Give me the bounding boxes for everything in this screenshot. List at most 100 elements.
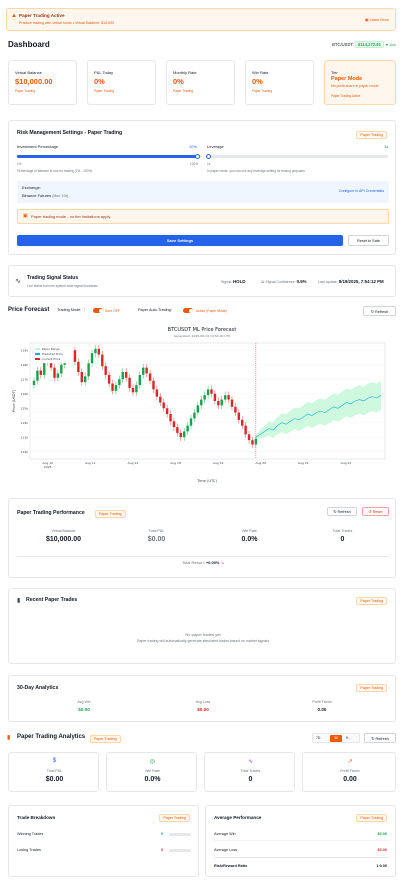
candle <box>101 354 104 367</box>
learn-more-link[interactable]: ▣ Learn More <box>365 17 389 22</box>
analytics-title: Paper Trading Analytics <box>17 734 86 740</box>
x-tick-label: Aug 19 <box>213 461 224 465</box>
leverage-slider[interactable] <box>206 154 388 159</box>
candle <box>131 387 135 393</box>
candle <box>210 389 213 394</box>
candle <box>138 374 142 386</box>
candle <box>182 431 186 438</box>
tab-7d[interactable]: 7D <box>316 736 320 740</box>
x-tick-label: Aug 12 <box>128 461 139 465</box>
price-ticker: BTC/USDT: $114,272.91 ▼ Live <box>332 41 396 48</box>
performance-card: Paper Trading Performance Paper Trading … <box>8 498 396 578</box>
candle <box>206 389 210 396</box>
candle <box>39 370 43 375</box>
candle <box>107 374 111 384</box>
candle <box>169 414 172 422</box>
candle <box>223 395 227 400</box>
signal-value: HOLD <box>233 279 246 284</box>
tab-30d[interactable]: 30 <box>330 735 342 742</box>
x-tick-label: Aug 18 <box>170 461 181 465</box>
stat-pnl-today: P&L Today 0% Paper Trading <box>87 60 156 105</box>
forecast-refresh-button[interactable]: ↻ Refresh <box>363 306 396 316</box>
analytics-card-profit-factor: ↗ Profit Factor 0.00 <box>302 752 396 792</box>
candle <box>118 379 121 386</box>
candle <box>220 399 223 406</box>
candle <box>111 383 114 391</box>
candle <box>43 361 46 375</box>
signal-status-card: ∿ Trading Signal Status Live status from… <box>8 265 396 297</box>
candle <box>135 385 138 393</box>
recent-trades-card: ▮ Recent Paper Trades Paper Trading No p… <box>8 588 396 664</box>
candle <box>179 432 182 438</box>
candle <box>56 373 60 378</box>
y-tick-label: 112k <box>21 450 29 454</box>
exchange-panel: Exchange: Binance Futures (Max: 10x) Con… <box>17 181 389 203</box>
y-tick-label: 119k <box>21 348 29 352</box>
candle <box>152 380 155 390</box>
candle <box>128 377 131 388</box>
banner-subtitle: Practice trading with virtual funds • Vi… <box>19 21 115 25</box>
chart-x-label: Time (UTC) <box>196 479 217 483</box>
candle <box>121 372 124 380</box>
performance-refresh-button[interactable]: ↻ Refresh <box>327 507 357 516</box>
candle <box>142 367 145 375</box>
analytics-refresh-button[interactable]: ↻ Refresh <box>364 733 396 743</box>
paper-trading-badge: Paper Trading <box>356 131 387 139</box>
candle <box>36 370 39 381</box>
page-title: Dashboard <box>8 40 50 49</box>
candle <box>203 395 206 400</box>
candle <box>213 393 217 401</box>
candle <box>60 364 63 374</box>
investment-slider-handle[interactable] <box>195 154 201 159</box>
performance-reset-button[interactable]: ↺ Reset <box>362 507 389 516</box>
x-tick-label: Aug 21 <box>298 461 309 465</box>
leverage-slider-handle[interactable] <box>206 154 211 159</box>
no-limit-notice: ▣ Paper trading mode - no tier limitatio… <box>17 209 389 224</box>
investment-slider[interactable] <box>17 154 202 159</box>
configure-api-link[interactable]: Configure in API Credentials <box>339 189 384 193</box>
candle <box>189 418 193 426</box>
x-tick-label: Aug 20 <box>255 461 266 465</box>
candle <box>148 373 152 381</box>
average-performance-card: Average Performance Paper Trading Averag… <box>205 805 396 877</box>
y-tick-label: 117k <box>21 377 29 381</box>
reset-to-safe-button[interactable]: Reset to Safe <box>348 235 389 246</box>
analytics-30-card: 30-Day Analytics Paper Trading Avg Win $… <box>8 675 396 722</box>
activity-icon: ∿ <box>247 759 254 765</box>
candle <box>237 412 241 420</box>
analytics-card-winrate: ◎ Win Rate 0.0% <box>106 752 197 792</box>
candle <box>32 380 36 386</box>
candle <box>200 399 203 406</box>
stat-virtual-balance: Virtual Balance $10,000.00 Paper Trading <box>8 60 77 105</box>
candle <box>97 348 101 355</box>
activity-icon: ∿ <box>15 278 21 285</box>
paper-trading-banner: ▲ Paper Trading Active Practice trading … <box>6 8 396 31</box>
legend-swatch <box>35 348 40 350</box>
tab-90d[interactable]: 9... <box>346 736 351 740</box>
chart-bars-icon: ▮ <box>17 598 21 604</box>
analytics-card-trades: ∿ Total Trades 0 <box>204 752 295 792</box>
trading-mode-toggle[interactable] <box>93 308 103 313</box>
y-tick-label: 118k <box>21 363 29 367</box>
paper-auto-trading-toggle[interactable] <box>183 308 193 313</box>
legend-swatch <box>35 353 40 355</box>
candle <box>53 367 56 378</box>
candle <box>227 395 230 400</box>
candle <box>251 440 254 445</box>
dollar-icon: $ <box>52 758 57 764</box>
x-tick-label: 2025 <box>44 465 52 469</box>
legend-label: Predicted Price <box>42 352 63 356</box>
forecast-chart: BTCUSDT ML Price Forecast Generated: 202… <box>12 327 386 483</box>
save-settings-button[interactable]: Save Settings <box>17 235 343 246</box>
stat-tier: Tier Paper Mode No profit share in paper… <box>324 60 396 105</box>
candle <box>230 399 234 407</box>
candle <box>90 353 94 364</box>
chart-y-label: Price (USDT) <box>12 389 16 412</box>
candle <box>114 385 118 391</box>
candle <box>159 396 162 403</box>
candle <box>186 425 189 432</box>
candle <box>172 421 176 428</box>
forecast-title: Price Forecast <box>8 307 50 313</box>
y-tick-label: 113k <box>21 435 29 439</box>
x-tick-label: Aug 22 <box>341 461 352 465</box>
